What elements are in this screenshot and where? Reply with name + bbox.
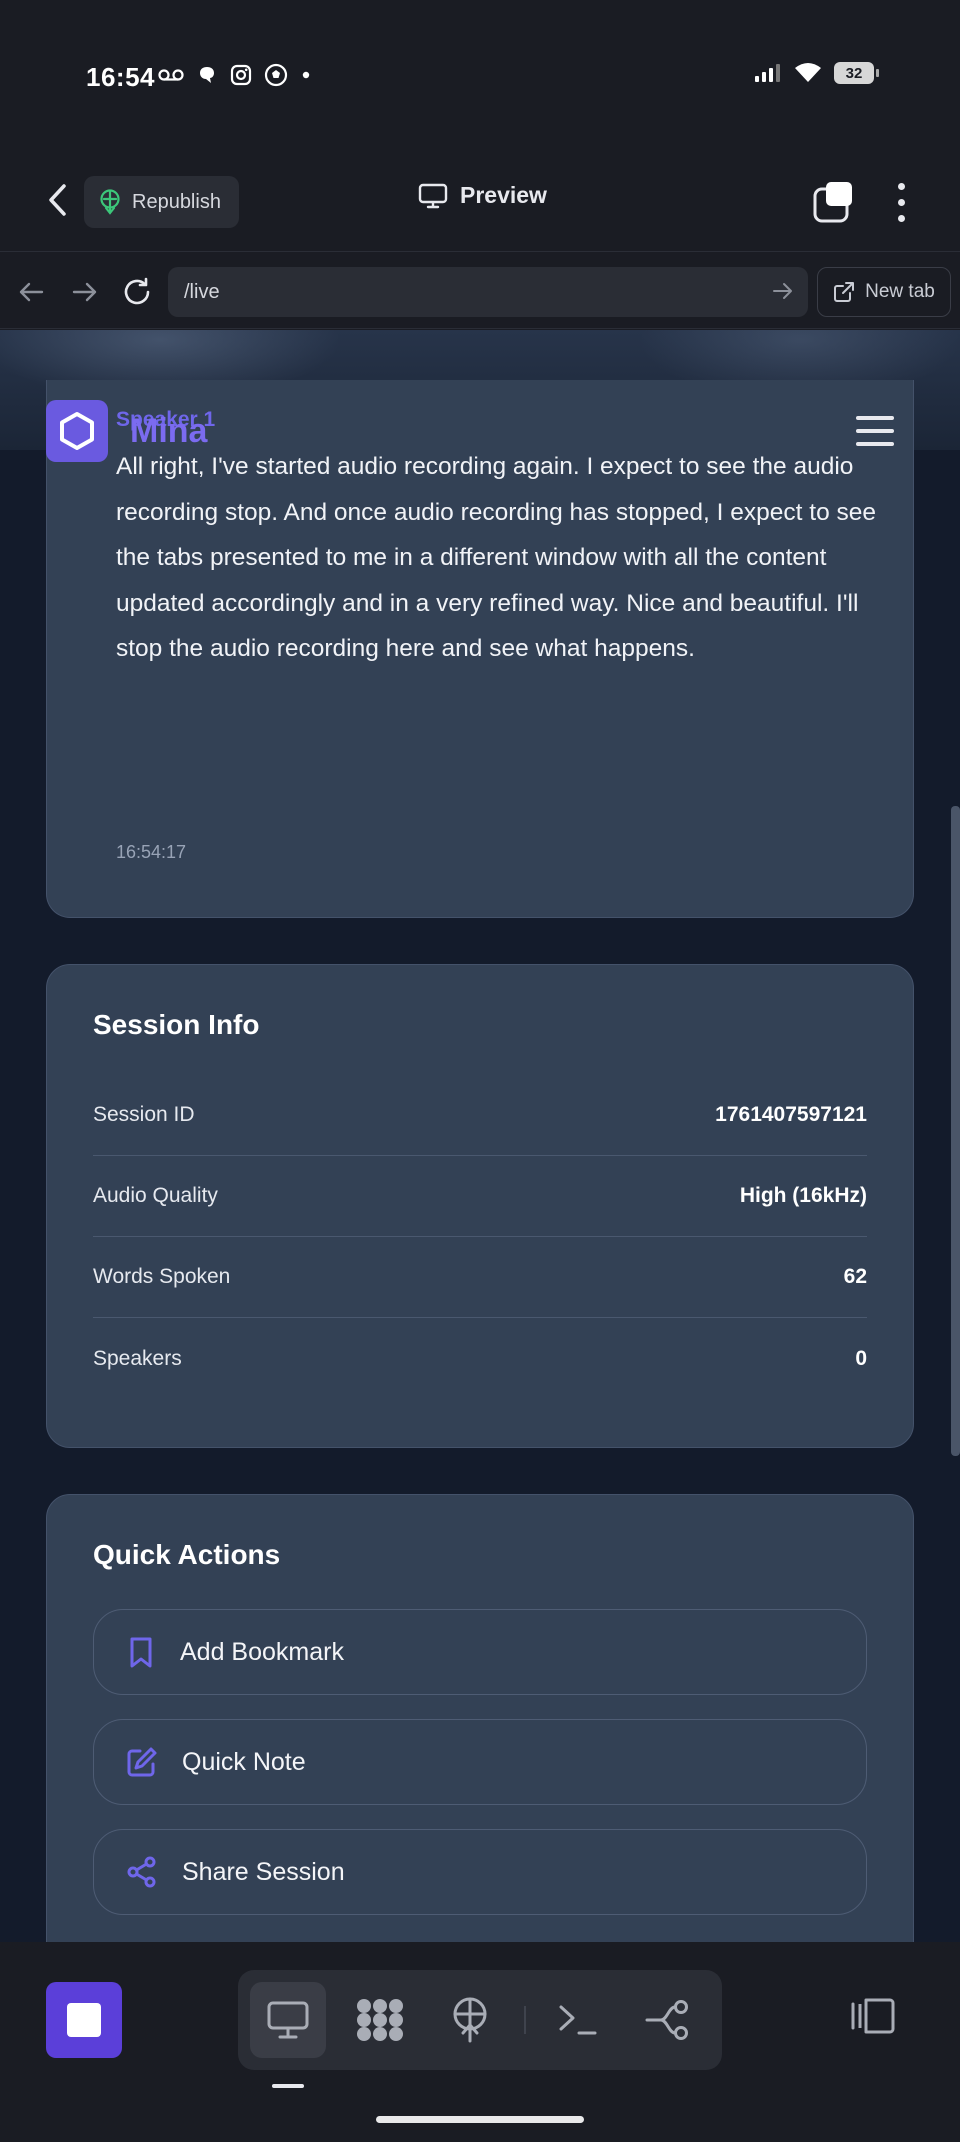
app-bar: Republish Preview: [0, 150, 960, 252]
go-arrow-icon[interactable]: [772, 280, 794, 302]
row-label: Words Spoken: [93, 1265, 231, 1288]
globe-upload-icon: [453, 1997, 487, 2043]
arrow-left-icon: [19, 282, 44, 302]
session-info-title: Session Info: [93, 1009, 260, 1040]
edit-icon: [127, 1747, 157, 1777]
back-nav-button[interactable]: [14, 275, 48, 309]
action-label: Quick Note: [182, 1747, 306, 1776]
system-icons: 32: [754, 62, 879, 84]
row-value: 0: [855, 1346, 867, 1370]
action-label: Share Session: [182, 1857, 345, 1886]
menu-line: [856, 442, 894, 446]
transcript-timestamp: 16:54:17: [116, 842, 187, 862]
monitor-icon: [418, 183, 448, 208]
hamburger-menu-button[interactable]: [856, 416, 894, 446]
republish-label: Republish: [132, 190, 221, 213]
quick-note-button[interactable]: Quick Note: [93, 1719, 867, 1805]
url-bar: /live New tab: [0, 253, 960, 329]
row-value: High (16kHz): [739, 1184, 867, 1207]
forward-nav-button[interactable]: [68, 275, 102, 309]
wifi-icon: [795, 63, 821, 82]
brand-name[interactable]: Mina: [130, 412, 207, 451]
signal-icon: [755, 64, 780, 82]
broadcast-icon: [100, 189, 120, 215]
status-time: 16:54: [86, 62, 155, 92]
chevron-left-icon: [49, 184, 66, 216]
hexagon-icon: [60, 412, 94, 450]
home-indicator[interactable]: [376, 2116, 584, 2123]
menu-line: [856, 429, 894, 433]
audio-quality-row: Audio Quality High (16kHz): [93, 1156, 867, 1237]
bookmark-icon: [130, 1637, 152, 1668]
more-options-button[interactable]: [886, 176, 916, 228]
reload-button[interactable]: [120, 275, 154, 309]
apps-blob-icon: [357, 1999, 403, 2041]
web-content: Speaker 1 All right, I've started audio …: [0, 330, 960, 1942]
share-session-button[interactable]: Share Session: [93, 1829, 867, 1915]
preview-label: Preview: [460, 182, 547, 208]
reload-icon: [124, 277, 150, 305]
quick-actions-title: Quick Actions: [93, 1539, 281, 1570]
tabs-icon: [813, 182, 852, 223]
transcript-card: Speaker 1 All right, I've started audio …: [46, 380, 914, 918]
bottom-toolbar: [0, 1942, 960, 2142]
logo[interactable]: [46, 400, 108, 462]
url-input[interactable]: /live: [168, 267, 808, 317]
menu-line: [856, 416, 894, 420]
publish-button[interactable]: [432, 1982, 508, 2058]
active-tab-indicator: [272, 2084, 304, 2088]
battery-icon: 32: [834, 62, 879, 84]
share-icon: [127, 1856, 156, 1888]
status-bar: 16:54 32: [0, 0, 960, 150]
monitor-icon: [267, 2001, 309, 2039]
kebab-dot: [897, 198, 905, 206]
action-label: Add Bookmark: [180, 1637, 344, 1666]
session-info-card: Session Info Session ID 1761407597121 Au…: [46, 964, 914, 1448]
sidebar-toggle-icon: [851, 1998, 895, 2034]
row-label: Audio Quality: [93, 1184, 218, 1207]
stop-button[interactable]: [46, 1982, 122, 2058]
row-value: 1761407597121: [715, 1103, 867, 1126]
desktop-view-button[interactable]: [250, 1982, 326, 2058]
kebab-dot: [897, 214, 905, 222]
arrow-right-icon: [72, 282, 97, 302]
add-bookmark-button[interactable]: Add Bookmark: [93, 1609, 867, 1695]
url-text: /live: [184, 280, 220, 303]
new-tab-label: New tab: [865, 281, 935, 302]
speakers-row: Speakers 0: [93, 1318, 867, 1399]
instagram-icon: [230, 64, 252, 86]
row-label: Session ID: [93, 1103, 195, 1126]
branch-icon: [645, 2000, 688, 2040]
notification-icons: [158, 63, 312, 87]
dot-icon: [302, 71, 310, 79]
terminal-icon: [559, 2005, 597, 2035]
shell-button[interactable]: [540, 1982, 616, 2058]
kebab-dot: [897, 182, 905, 190]
battery-level: 32: [845, 64, 863, 82]
republish-button[interactable]: Republish: [84, 176, 239, 228]
back-button[interactable]: [34, 176, 82, 224]
stop-icon: [67, 2003, 101, 2037]
toolbar-divider: [524, 2006, 526, 2034]
git-button[interactable]: [630, 1982, 706, 2058]
new-tab-button[interactable]: New tab: [817, 267, 951, 317]
view-switcher: [238, 1970, 722, 2070]
toggle-panel-button[interactable]: [850, 1996, 896, 2041]
replit-button[interactable]: [342, 1982, 418, 2058]
soccer-ball-icon: [264, 63, 288, 87]
session-id-row: Session ID 1761407597121: [93, 1075, 867, 1156]
words-spoken-row: Words Spoken 62: [93, 1237, 867, 1318]
row-label: Speakers: [93, 1346, 182, 1370]
voicemail-icon: [158, 69, 184, 81]
tabs-button[interactable]: [812, 180, 858, 226]
preview-title[interactable]: Preview: [418, 182, 547, 209]
external-link-icon: [834, 282, 855, 302]
threads-icon: [200, 67, 214, 83]
page-scrollbar[interactable]: [951, 806, 960, 1456]
quick-actions-card: Quick Actions Add Bookmark Quick Note Sh…: [46, 1494, 914, 1942]
row-value: 62: [843, 1265, 867, 1288]
transcript-text: All right, I've started audio recording …: [116, 453, 877, 662]
site-header: Mina: [0, 400, 960, 462]
